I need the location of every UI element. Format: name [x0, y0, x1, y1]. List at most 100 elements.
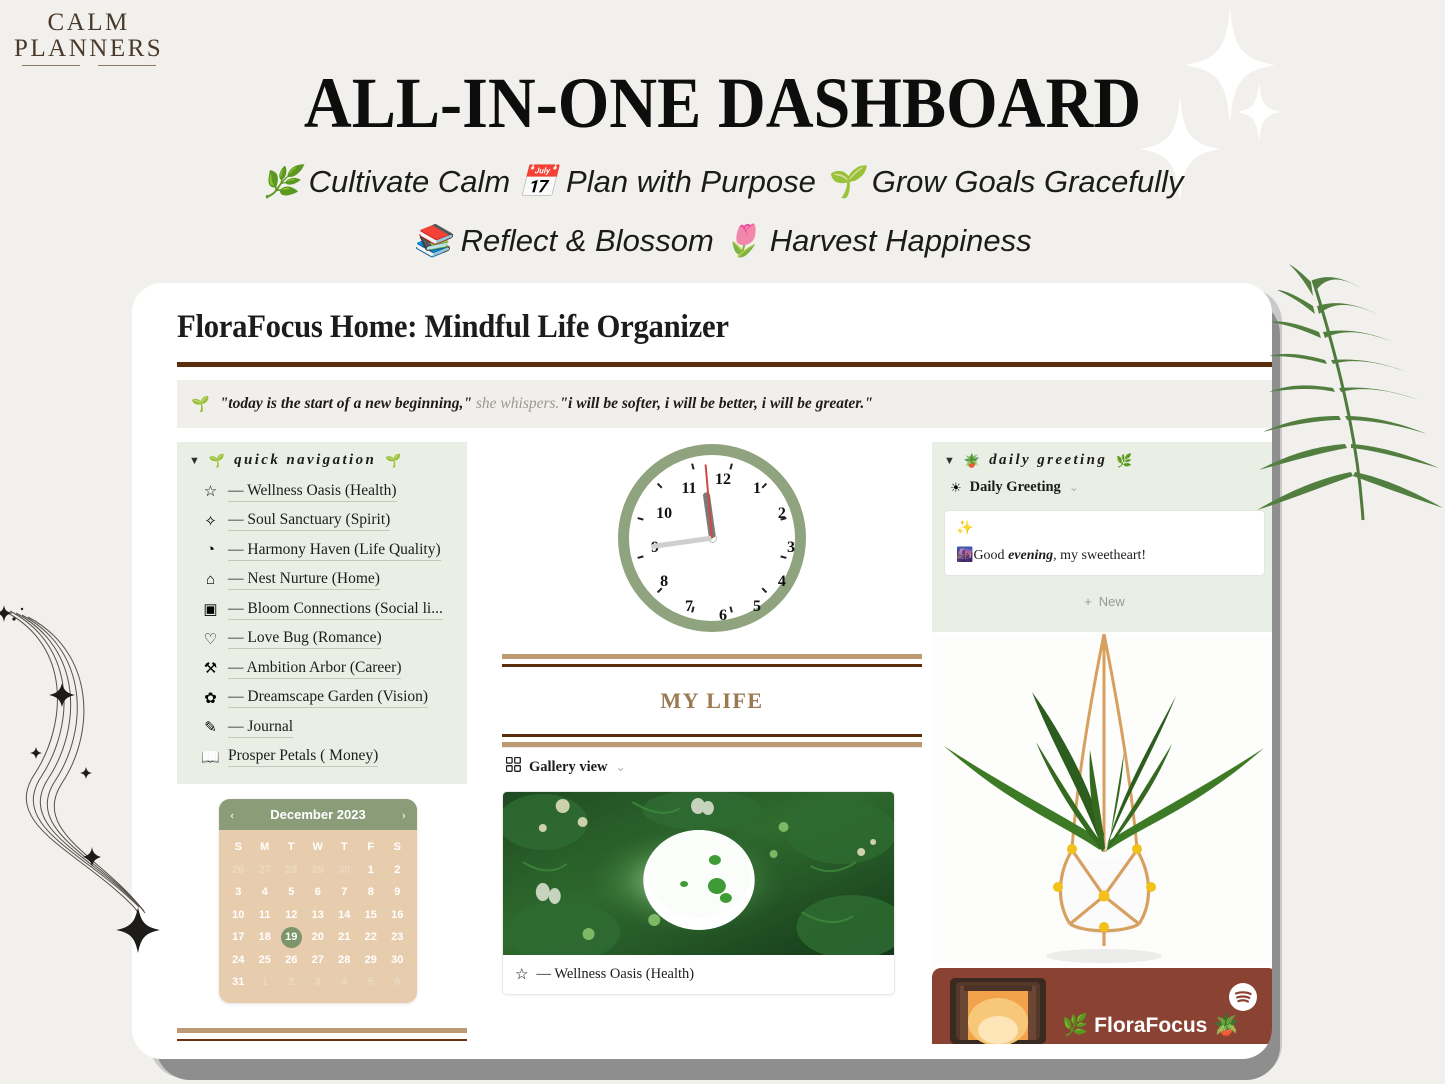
nav-item-0[interactable]: ☆ — Wellness Oasis (Health)	[187, 477, 457, 507]
spotify-logo-icon[interactable]	[1229, 983, 1257, 1011]
nav-item-label: — Journal	[228, 718, 294, 738]
calendar-dow-cell: M	[260, 841, 270, 854]
calendar-day-cell[interactable]: 30	[331, 859, 358, 882]
calendar-day-cell[interactable]: 1	[358, 859, 385, 882]
divider-brown	[177, 1038, 467, 1041]
city-icon: 🌆	[956, 548, 974, 563]
nav-item-3[interactable]: ⌂ — Nest Nurture (Home)	[187, 566, 457, 596]
nav-item-8[interactable]: ✎ — Journal	[187, 713, 457, 743]
calendar-day-cell[interactable]: 10	[225, 904, 252, 927]
potted-plant-icon: 🪴	[963, 452, 981, 468]
daily-greeting-header[interactable]: ▼ 🪴 daily greeting 🌿	[942, 452, 1267, 469]
daily-greeting-title: daily greeting	[989, 452, 1108, 468]
chevron-down-icon-sub[interactable]: ⌄	[1069, 480, 1079, 495]
nav-item-icon: ✿	[204, 690, 217, 707]
calendar-next-button[interactable]: ›	[402, 807, 406, 823]
nav-item-6[interactable]: ⚒ — Ambition Arbor (Career)	[187, 654, 457, 684]
calendar-day-cell[interactable]: 8	[358, 881, 385, 904]
nav-item-icon: ▣	[203, 602, 218, 619]
greeting-card[interactable]: ✨ 🌆Good evening, my sweetheart!	[944, 510, 1265, 576]
calendar-day-cell[interactable]: 27	[305, 949, 332, 972]
calendar-day-cell[interactable]: 26	[278, 949, 305, 972]
middle-column: 121234567891011 MY LIFE	[502, 442, 922, 1044]
title-divider	[177, 362, 1272, 367]
calendar-day-cell[interactable]: 12	[278, 904, 305, 927]
calendar-day-cell[interactable]: 20	[305, 926, 332, 949]
calendar-day-cell[interactable]: 30	[384, 949, 411, 972]
calendar-day-cell[interactable]: 18	[252, 926, 279, 949]
calendar-day-cell[interactable]: 6	[305, 881, 332, 904]
quick-navigation-header[interactable]: ▼ 🌱 quick navigation 🌱	[187, 452, 457, 469]
grid-icon	[505, 756, 521, 777]
calendar-day-cell[interactable]: 28	[331, 949, 358, 972]
calendar-day-cell[interactable]: 11	[252, 904, 279, 927]
calendar-day-cell[interactable]: 22	[358, 926, 385, 949]
calendar-day-cell[interactable]: 28	[278, 859, 305, 882]
calendar-day-cell[interactable]: 3	[225, 881, 252, 904]
calendar-month-label: December 2023	[270, 807, 366, 822]
chevron-down-icon[interactable]: ▼	[189, 455, 200, 467]
calendar-day-cell[interactable]: 13	[305, 904, 332, 927]
nav-item-label: Prosper Petals ( Money)	[228, 747, 379, 768]
greeting-message: 🌆Good evening, my sweetheart!	[956, 547, 1253, 564]
chevron-down-icon-gallery[interactable]: ⌄	[616, 760, 626, 775]
plant-icon-spotify-right: 🪴	[1213, 1014, 1240, 1037]
spotify-title-text: FloraFocus	[1094, 1014, 1208, 1037]
divider-brown-bottom	[502, 734, 922, 737]
nav-item-1[interactable]: ✧ — Soul Sanctuary (Spirit)	[187, 507, 457, 537]
calendar-day-cell[interactable]: 5	[278, 881, 305, 904]
calendar-day-cell[interactable]: 9	[384, 881, 411, 904]
new-entry-button[interactable]: + New	[944, 585, 1265, 618]
calendar-day-cell[interactable]: 5	[358, 971, 385, 994]
calendar-day-cell[interactable]: 23	[384, 926, 411, 949]
calendar-grid: S M T W T F S 26 27 28 29 30 1 2 3 4 5 6 7 8 9 10 11 12 13 14 15 16…	[219, 830, 417, 1003]
calendar-day-cell[interactable]: 29	[305, 859, 332, 882]
gallery-view-selector[interactable]: Gallery view ⌄	[502, 747, 922, 786]
calendar-day-cell[interactable]: 25	[252, 949, 279, 972]
calendar-day-cell[interactable]: 15	[358, 904, 385, 927]
calendar-day-cell[interactable]: 19	[278, 926, 305, 949]
clock-tick	[691, 463, 695, 470]
spotify-player-widget[interactable]: 🌿 FloraFocus 🪴	[932, 968, 1272, 1044]
shelf-divider-bottom	[502, 734, 922, 747]
daily-greeting-sub-label: Daily Greeting	[969, 479, 1061, 495]
nav-item-9[interactable]: 📖 Prosper Petals ( Money)	[187, 743, 457, 773]
calendar-day-cell[interactable]: 3	[305, 971, 332, 994]
calendar-day-cell[interactable]: 24	[225, 949, 252, 972]
quote-attribution: she whispers.	[475, 395, 560, 412]
gallery-card[interactable]: ☆ — Wellness Oasis (Health)	[502, 791, 895, 995]
greeting-emphasis: evening	[1008, 548, 1054, 563]
calendar-day-cell[interactable]: 4	[331, 971, 358, 994]
calendar-widget[interactable]: ‹ December 2023 › S M T W T F S 26 27 28 29 30 1 2 3 4 5…	[219, 799, 417, 1003]
calendar-day-cell[interactable]: 29	[358, 949, 385, 972]
calendar-day-cell[interactable]: 2	[384, 859, 411, 882]
chevron-down-icon-greeting[interactable]: ▼	[944, 455, 955, 467]
calendar-day-cell[interactable]: 27	[252, 859, 279, 882]
calendar-day-cell[interactable]: 2	[278, 971, 305, 994]
calendar-day-cell[interactable]: 7	[331, 881, 358, 904]
nav-item-7[interactable]: ✿ — Dreamscape Garden (Vision)	[187, 684, 457, 714]
nav-item-2[interactable]: ◔ — Harmony Haven (Life Quality)	[187, 536, 457, 566]
calendar-day-cell[interactable]: 1	[252, 971, 279, 994]
calendar-day-cell[interactable]: 4	[252, 881, 279, 904]
calendar-day-cell[interactable]: 16	[384, 904, 411, 927]
quick-navigation-title: quick navigation	[234, 452, 377, 468]
calendar-day-cell[interactable]: 31	[225, 971, 252, 994]
nav-item-4[interactable]: ▣ — Bloom Connections (Social li...	[187, 595, 457, 625]
calendar-selected-day[interactable]: 19	[280, 926, 302, 948]
app-page-title: FloraFocus Home: Mindful Life Organizer	[177, 309, 729, 345]
calendar-day-cell[interactable]: 26	[225, 859, 252, 882]
calendar-day-cell[interactable]: 21	[331, 926, 358, 949]
calendar-day-cell[interactable]: 6	[384, 971, 411, 994]
wavy-lines-decoration	[0, 575, 172, 975]
nav-item-label: — Soul Sanctuary (Spirit)	[228, 511, 391, 532]
divider-tan	[177, 1027, 467, 1033]
clock-number-7: 7	[685, 597, 693, 615]
forest-image	[503, 792, 894, 955]
nav-item-5[interactable]: ♡ — Love Bug (Romance)	[187, 625, 457, 655]
calendar-day-cell[interactable]: 14	[331, 904, 358, 927]
spotify-playlist-title: 🌿 FloraFocus 🪴	[1062, 1014, 1240, 1038]
daily-greeting-subheader[interactable]: ☀ Daily Greeting ⌄	[942, 469, 1267, 504]
calendar-day-cell[interactable]: 17	[225, 926, 252, 949]
calendar-prev-button[interactable]: ‹	[230, 807, 234, 823]
